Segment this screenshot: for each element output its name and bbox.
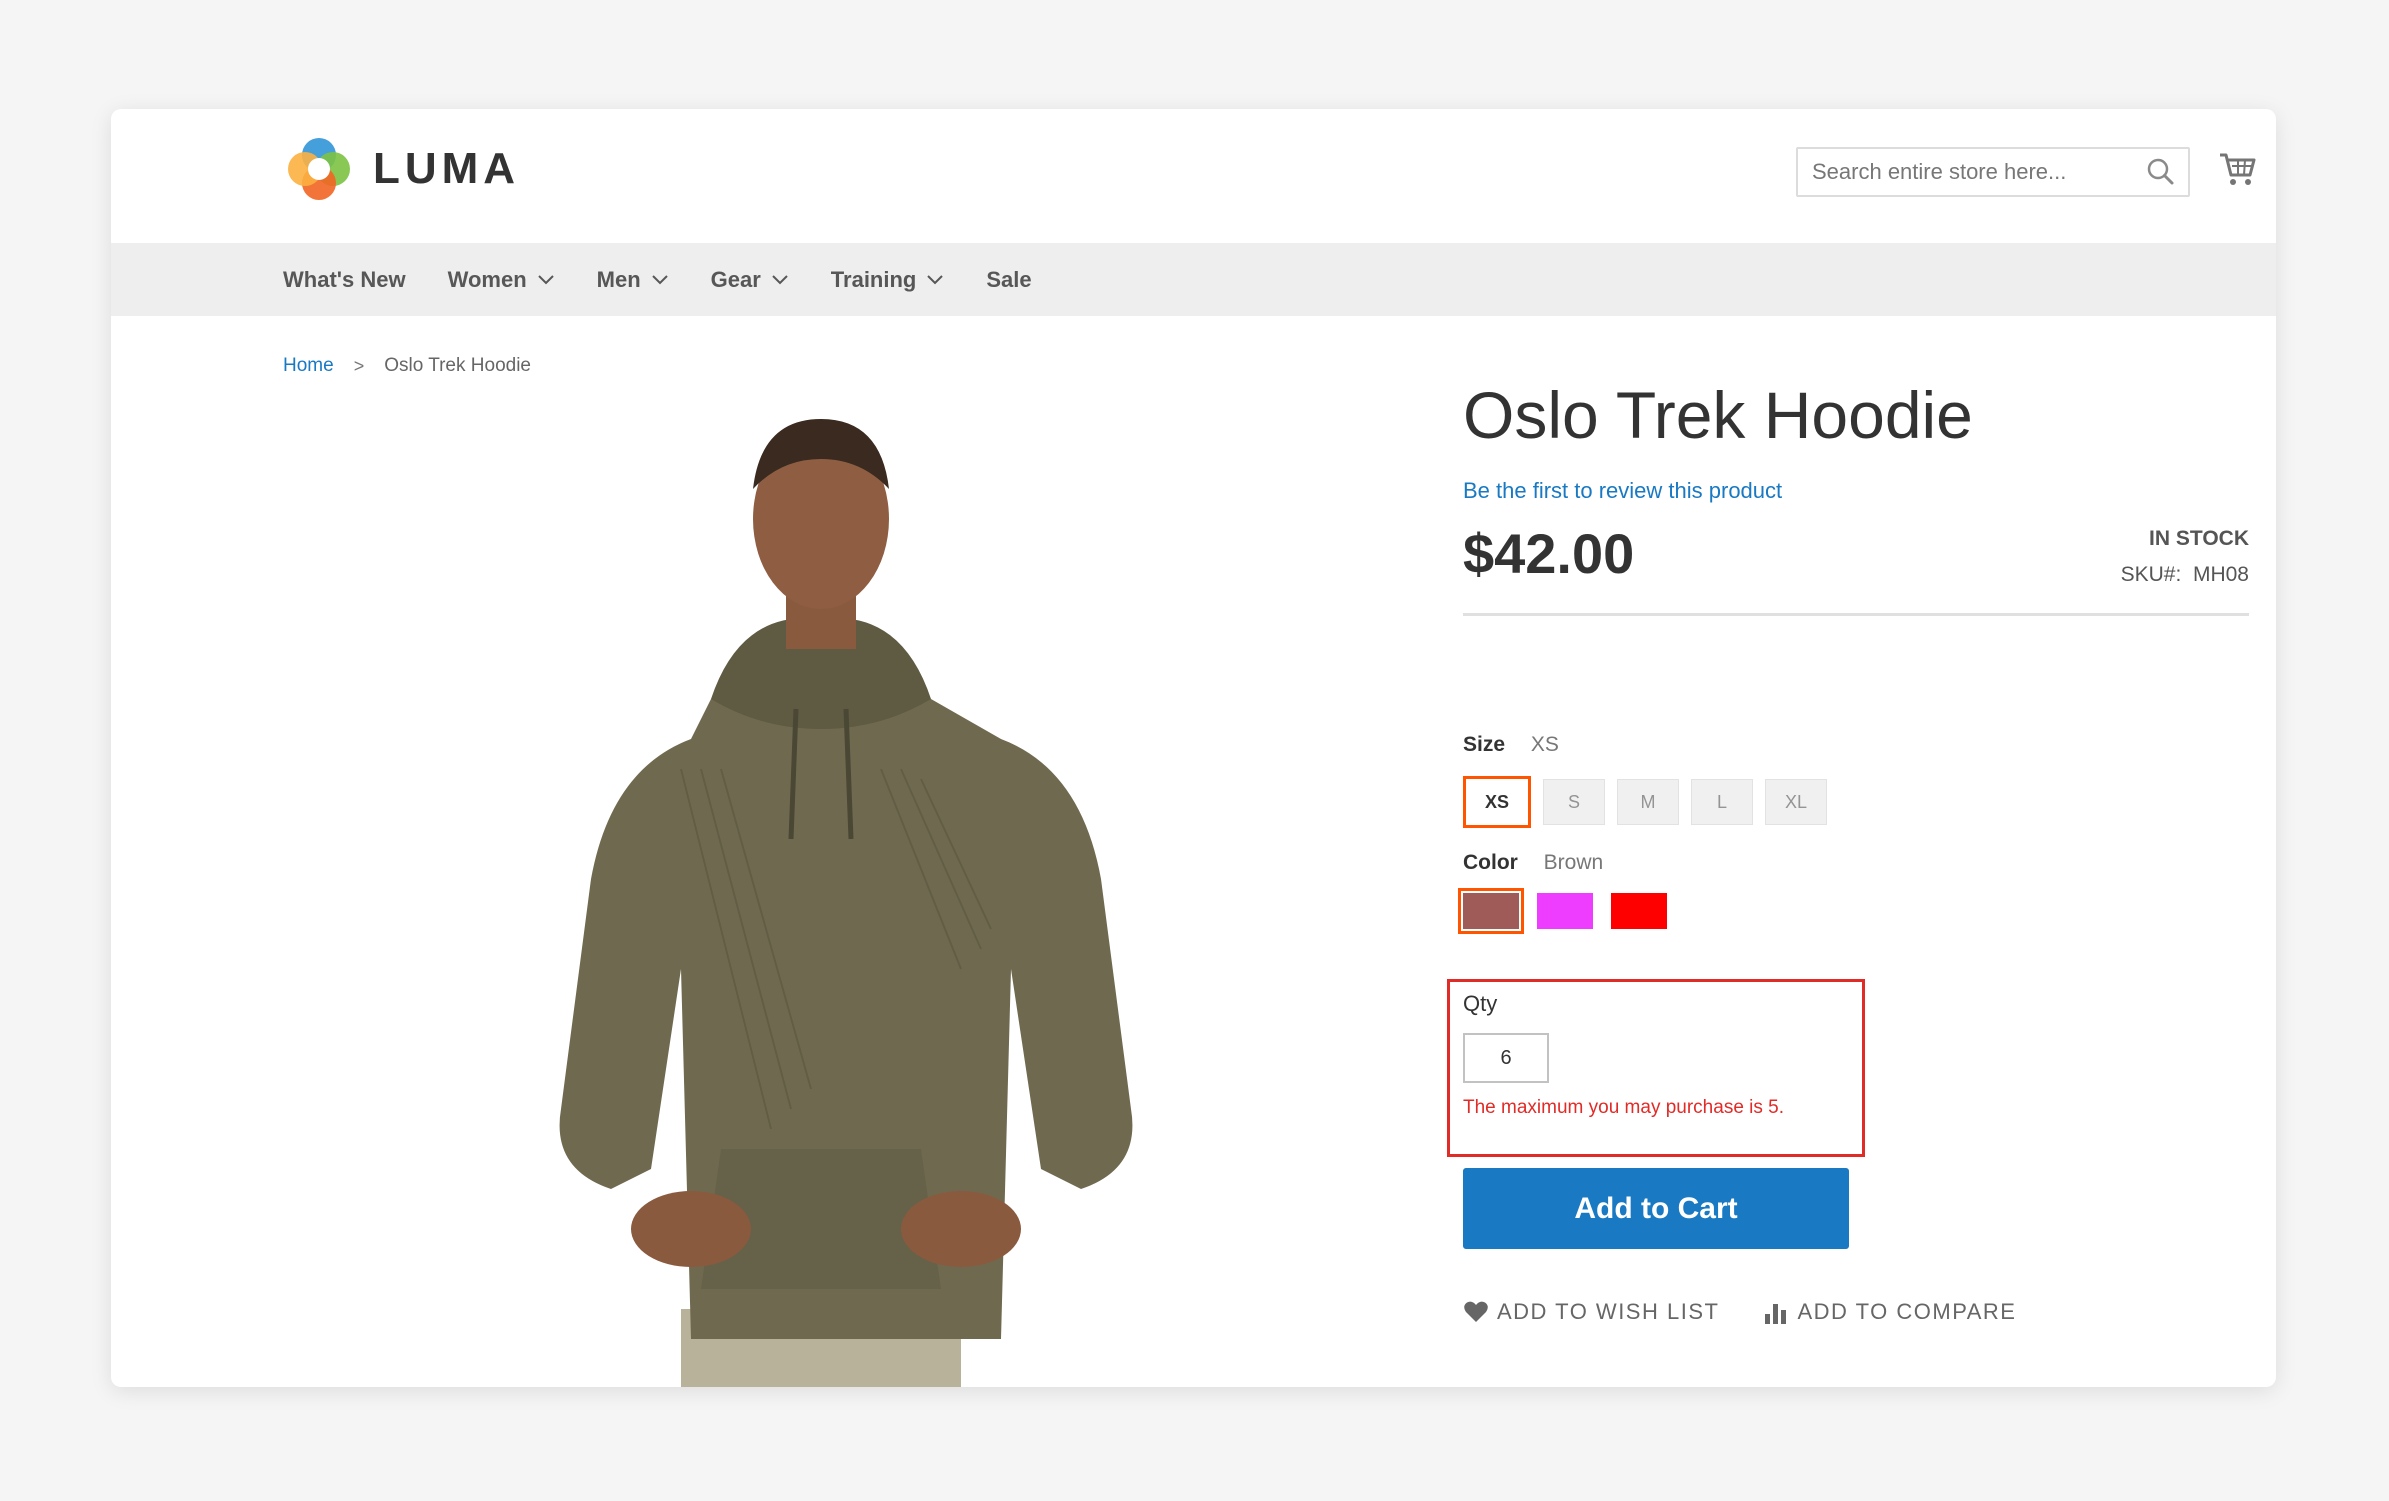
sku-label: SKU#: bbox=[2120, 563, 2182, 586]
breadcrumb-current: Oslo Trek Hoodie bbox=[384, 355, 531, 376]
color-label: Color bbox=[1463, 851, 1518, 874]
compare-icon bbox=[1765, 1304, 1787, 1324]
nav-item-label: Training bbox=[830, 266, 917, 292]
nav-item-label: Women bbox=[447, 266, 527, 292]
nav-item-label: Men bbox=[596, 266, 641, 292]
nav-item-men[interactable]: Men bbox=[597, 267, 669, 293]
cart-icon[interactable] bbox=[2218, 151, 2256, 187]
breadcrumb: Home > Oslo Trek Hoodie bbox=[283, 355, 531, 377]
qty-error-message: The maximum you may purchase is 5. bbox=[1463, 1097, 1785, 1118]
size-option-xl[interactable]: XL bbox=[1765, 779, 1827, 825]
breadcrumb-home-link[interactable]: Home bbox=[283, 355, 334, 377]
qty-input[interactable] bbox=[1463, 1033, 1549, 1083]
qty-label: Qty bbox=[1463, 991, 1498, 1016]
search-input[interactable] bbox=[1798, 149, 2144, 195]
color-swatch-red[interactable] bbox=[1611, 893, 1667, 929]
size-label: Size bbox=[1463, 733, 1506, 756]
size-option-m[interactable]: M bbox=[1617, 779, 1679, 825]
size-selected-value: XS bbox=[1530, 733, 1559, 756]
luma-logo-icon bbox=[288, 138, 350, 200]
chevron-down-icon bbox=[927, 274, 944, 284]
size-swatches: XS S M L XL bbox=[1463, 776, 1839, 828]
sku-value: MH08 bbox=[2192, 563, 2249, 586]
wish-list-label: ADD TO WISH LIST bbox=[1497, 1299, 1720, 1324]
add-to-wish-list-link[interactable]: ADD TO WISH LIST bbox=[1463, 1299, 1719, 1325]
sku: SKU#: MH08 bbox=[2121, 563, 2249, 587]
add-to-cart-button[interactable]: Add to Cart bbox=[1463, 1168, 1849, 1249]
header: LUMA bbox=[111, 109, 2276, 243]
product-title: Oslo Trek Hoodie bbox=[1463, 378, 1973, 452]
chevron-down-icon bbox=[651, 274, 668, 284]
search-icon[interactable] bbox=[2144, 155, 2178, 189]
stock-status: IN STOCK bbox=[2149, 527, 2249, 550]
nav-item-sale[interactable]: Sale bbox=[986, 267, 1031, 293]
size-option-xs[interactable]: XS bbox=[1463, 776, 1531, 828]
divider bbox=[1463, 613, 2249, 616]
logo[interactable]: LUMA bbox=[283, 133, 520, 205]
nav-item-gear[interactable]: Gear bbox=[711, 267, 789, 293]
nav-item-label: Gear bbox=[710, 266, 761, 292]
breadcrumb-separator: > bbox=[353, 355, 365, 376]
product-image[interactable] bbox=[441, 409, 1201, 1387]
nav-item-training[interactable]: Training bbox=[831, 267, 945, 293]
chevron-down-icon bbox=[537, 274, 554, 284]
product-actions: ADD TO WISH LIST ADD TO COMPARE bbox=[1463, 1299, 2061, 1325]
color-swatch-purple[interactable] bbox=[1537, 893, 1593, 929]
heart-icon bbox=[1464, 1301, 1488, 1322]
size-option-l[interactable]: L bbox=[1691, 779, 1753, 825]
search-box bbox=[1796, 147, 2190, 197]
size-option-s[interactable]: S bbox=[1543, 779, 1605, 825]
brand-name: LUMA bbox=[373, 144, 521, 193]
main-nav: What's New Women Men Gear Training Sale bbox=[111, 243, 2276, 316]
compare-label: ADD TO COMPARE bbox=[1797, 1299, 2017, 1324]
page-card: LUMA What's New Women Men bbox=[111, 109, 2276, 1387]
nav-item-label: Sale bbox=[986, 266, 1032, 292]
chevron-down-icon bbox=[772, 274, 788, 284]
nav-item-whats-new[interactable]: What's New bbox=[283, 267, 406, 293]
product-price: $42.00 bbox=[1463, 522, 1635, 585]
color-swatches bbox=[1458, 888, 1685, 934]
size-option-header: Size XS bbox=[1463, 733, 1559, 757]
add-to-compare-link[interactable]: ADD TO COMPARE bbox=[1763, 1299, 2016, 1325]
review-link[interactable]: Be the first to review this product bbox=[1463, 478, 1782, 504]
color-swatch-brown[interactable] bbox=[1458, 888, 1524, 934]
color-option-header: Color Brown bbox=[1463, 851, 1603, 875]
color-selected-value: Brown bbox=[1543, 851, 1604, 874]
nav-item-women[interactable]: Women bbox=[448, 267, 555, 293]
nav-item-label: What's New bbox=[283, 266, 406, 292]
